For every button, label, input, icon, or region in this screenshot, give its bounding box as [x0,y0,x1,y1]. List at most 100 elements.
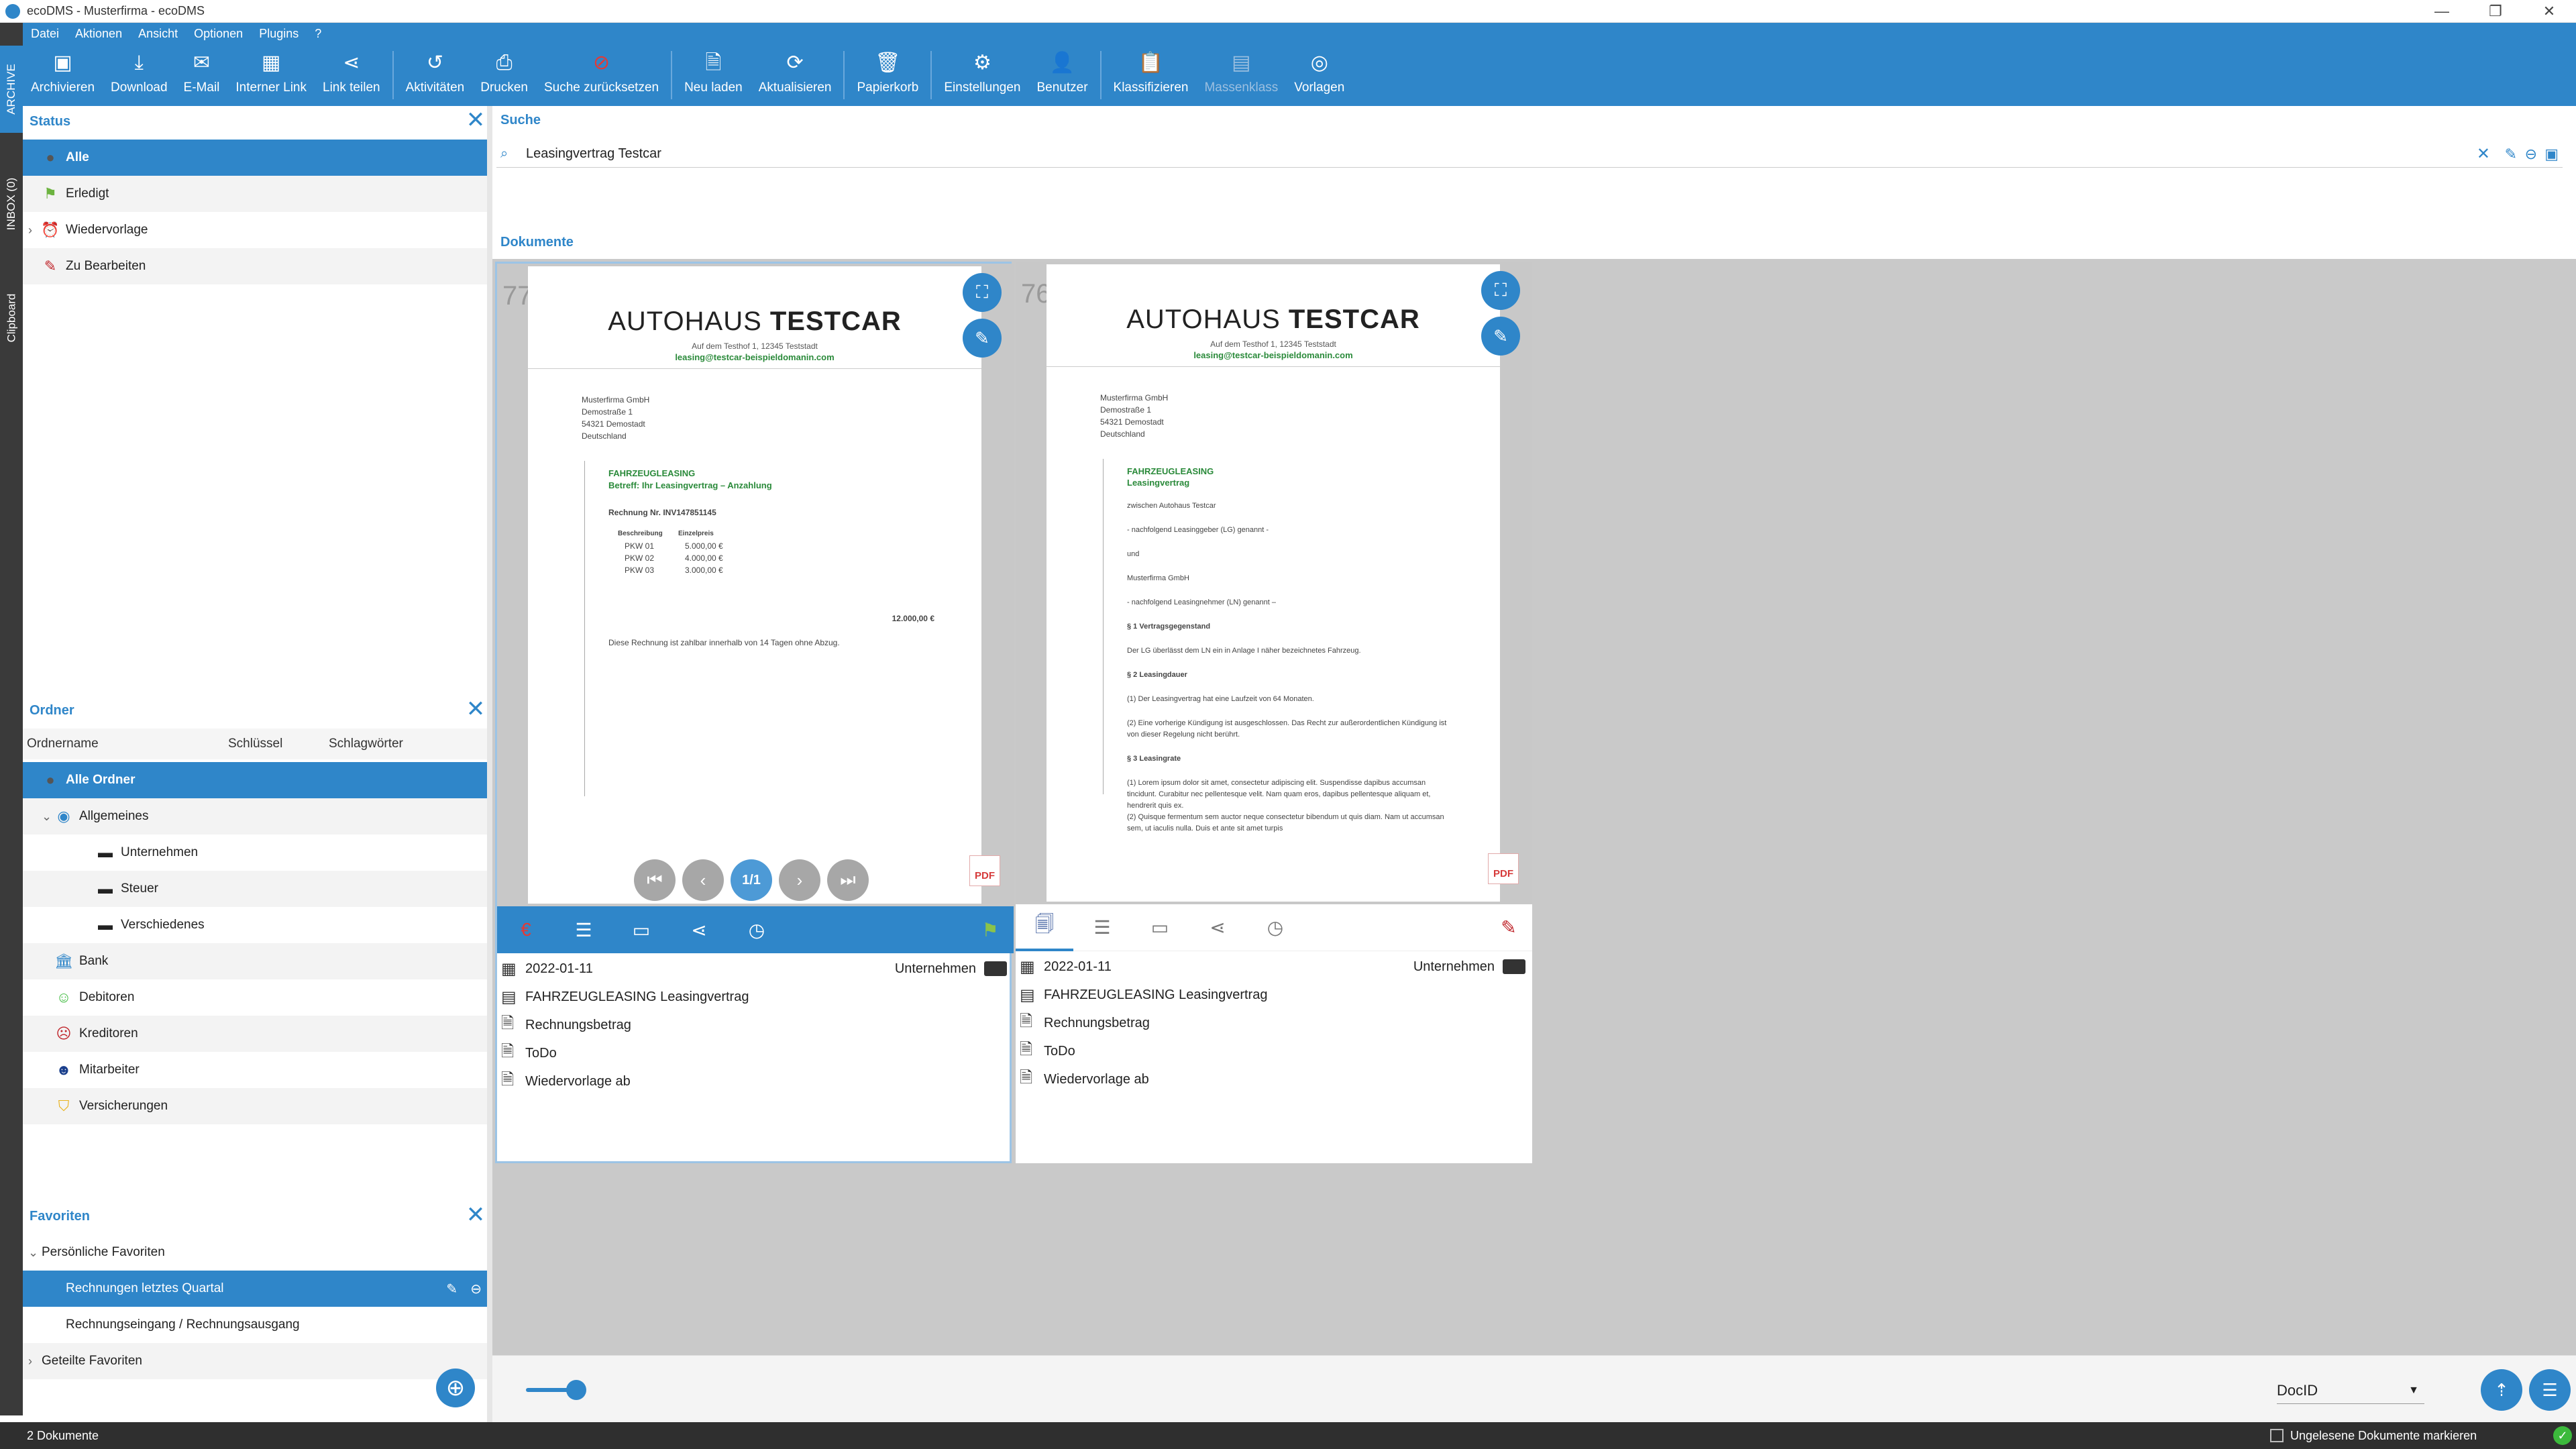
expand-icon: ⛶ [975,282,989,302]
chevron-down-icon[interactable]: ⌄ [42,810,55,824]
folder-item-general[interactable]: ⌄ ◉ Allgemeines [23,798,487,835]
menu-help[interactable]: ? [307,27,329,41]
tab-inbox[interactable]: INBOX (0) [0,150,23,258]
status-item-resubmission[interactable]: › ⏰ Wiedervorlage [23,212,487,248]
refresh-button[interactable]: ⟳ Aktualisieren [751,44,840,106]
label-icon[interactable]: ▭ [1131,904,1189,951]
folder-item-debtors[interactable]: ☺ Debitoren [23,979,487,1016]
print-button[interactable]: ⎙ Drucken [472,44,536,106]
green-flag-icon[interactable]: ⚑ [967,906,1014,953]
share-icon[interactable]: ⋖ [1189,904,1246,951]
fullscreen-button[interactable]: ⛶ [1481,271,1520,310]
menu-aktionen[interactable]: Aktionen [67,27,130,41]
edit-icon[interactable]: ✎ [446,1281,458,1297]
chevron-right-icon[interactable]: › [28,223,42,237]
invoice-euro-icon[interactable]: € [497,906,555,953]
next-page-button[interactable]: › [779,859,820,901]
download-button[interactable]: ⤓ Download [103,44,176,106]
status-item-all[interactable]: ● Alle [23,140,487,176]
reload-button[interactable]: 🗎 Neu laden [676,44,751,106]
column-foldername[interactable]: Ordnername [27,737,99,751]
red-pencil-icon[interactable]: ✎ [1485,904,1532,951]
share-link-button[interactable]: ⋖ Link teilen [315,44,388,106]
column-key[interactable]: Schlüssel [228,737,282,751]
remove-circle-icon[interactable]: ⊖ [470,1281,482,1297]
tab-clipboard[interactable]: Clipboard [0,271,23,365]
reset-search-button[interactable]: ⊘ Suche zurücksetzen [536,44,667,106]
favorites-shared[interactable]: › Geteilte Favoriten [23,1343,487,1379]
mass-classify-button[interactable]: ▤ Massenklass [1196,44,1286,106]
first-page-button[interactable]: ⏮ [634,859,676,901]
email-button[interactable]: ✉ E-Mail [176,44,228,106]
search-input[interactable]: Leasingvertrag Testcar [526,146,661,162]
favorites-personal[interactable]: ⌄ Persönliche Favoriten [23,1234,487,1271]
share-icon[interactable]: ⋖ [670,906,728,953]
menu-optionen[interactable]: Optionen [186,27,251,41]
folder-item-all[interactable]: ● Alle Ordner [23,762,487,798]
fullscreen-button[interactable]: ⛶ [963,273,1002,312]
restore-icon[interactable]: ❐ [2469,0,2522,23]
edit-document-button[interactable]: ✎ [963,319,1002,358]
sort-direction-button[interactable]: ⇡ [2481,1369,2522,1411]
column-keywords[interactable]: Schlagwörter [329,737,403,751]
document-card-77[interactable]: 77 AUTOHAUS TESTCAR Auf dem Testhof 1, 1… [495,262,1014,1163]
panel-splitter[interactable] [487,106,492,1422]
sort-select[interactable]: DocID ▼ [2277,1377,2424,1404]
list-icon[interactable]: ☰ [1073,904,1131,951]
list-icon[interactable]: ☰ [555,906,612,953]
label-icon[interactable]: ▭ [612,906,670,953]
templates-button[interactable]: ◎ Vorlagen [1286,44,1352,106]
folder-item-misc[interactable]: ▬ Verschiedenes [23,907,487,943]
document-preview[interactable]: 76 AUTOHAUS TESTCAR Auf dem Testhof 1, 1… [1016,262,1532,904]
menu-datei[interactable]: Datei [23,27,67,41]
last-page-button[interactable]: ⏭ [827,859,869,901]
folder-item-employees[interactable]: ☻ Mitarbeiter [23,1052,487,1088]
prev-page-button[interactable]: ‹ [682,859,724,901]
activities-button[interactable]: ↺ Aktivitäten [398,44,473,106]
edit-search-icon[interactable]: ✎ [2505,146,2517,163]
status-item-done[interactable]: ⚑ Erledigt [23,176,487,212]
folder-panel-title: Ordner [30,702,74,718]
document-preview[interactable]: 77 AUTOHAUS TESTCAR Auf dem Testhof 1, 1… [497,264,1014,906]
folder-item-creditors[interactable]: ☹ Kreditoren [23,1016,487,1052]
archive-button[interactable]: ▣ Archivieren [23,44,103,106]
folder-icon: ▬ [98,880,113,897]
close-icon[interactable]: ✕ [464,698,487,722]
mark-unread-checkbox[interactable] [2270,1429,2284,1442]
favorite-item-invoices-in-out[interactable]: Rechnungseingang / Rechnungsausgang [23,1307,487,1343]
history-icon[interactable]: ◷ [728,906,786,953]
close-icon[interactable]: ✕ [464,1203,487,1228]
history-icon[interactable]: ◷ [1246,904,1304,951]
zoom-slider-handle[interactable] [566,1380,586,1400]
document-card-76[interactable]: 76 AUTOHAUS TESTCAR Auf dem Testhof 1, 1… [1016,262,1532,1163]
add-favorite-button[interactable]: ⊕ [436,1368,475,1407]
status-item-to-edit[interactable]: ✎ Zu Bearbeiten [23,248,487,284]
clear-search-icon[interactable]: ✕ [2477,144,2490,164]
close-icon[interactable]: ✕ [464,109,487,133]
edit-document-button[interactable]: ✎ [1481,317,1520,356]
minimize-icon[interactable]: — [2415,0,2469,23]
folder-item-insurance[interactable]: ⛉ Versicherungen [23,1088,487,1124]
mark-unread-label[interactable]: Ungelesene Dokumente markieren [2290,1429,2477,1443]
letterhead-brand: AUTOHAUS TESTCAR [1126,305,1420,334]
folder-item-company[interactable]: ▬ Unternehmen [23,835,487,871]
users-button[interactable]: 👤 Benutzer [1028,44,1095,106]
menu-plugins[interactable]: Plugins [251,27,307,41]
classify-button[interactable]: 📋 Klassifizieren [1106,44,1197,106]
internal-link-button[interactable]: ▦ Interner Link [227,44,315,106]
trash-button[interactable]: 🗑 Papierkorb [849,44,926,106]
search-field[interactable]: ⌕ Leasingvertrag Testcar ✕ ✎ ⊖ ▣ [496,141,2563,168]
close-window-icon[interactable]: ✕ [2522,0,2576,23]
view-options-button[interactable]: ☰ [2529,1369,2571,1411]
favorite-item-last-quarter[interactable]: Rechnungen letztes Quartal ✎ ⊖ [23,1271,487,1307]
remove-search-icon[interactable]: ⊖ [2525,146,2537,163]
save-search-icon[interactable]: ▣ [2544,146,2559,163]
folder-item-bank[interactable]: 🏛 Bank [23,943,487,979]
menu-ansicht[interactable]: Ansicht [130,27,186,41]
contract-doc-icon[interactable]: 🗐 [1016,904,1073,951]
chevron-right-icon[interactable]: › [28,1354,42,1368]
settings-button[interactable]: ⚙ Einstellungen [936,44,1028,106]
folder-item-tax[interactable]: ▬ Steuer [23,871,487,907]
tab-archive[interactable]: ARCHIVE [0,46,23,133]
chevron-down-icon[interactable]: ⌄ [28,1246,42,1260]
